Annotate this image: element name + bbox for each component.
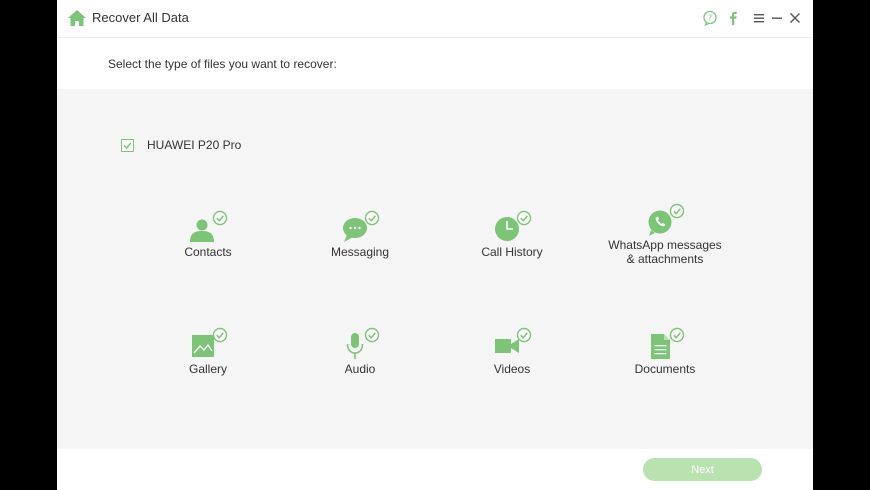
whatsapp-icon (648, 203, 685, 236)
file-type-documents[interactable]: Documents (590, 326, 740, 416)
instruction-bar: Select the type of files you want to rec… (57, 38, 813, 89)
checkmark-icon (123, 142, 132, 149)
file-type-gallery[interactable]: Gallery (133, 326, 283, 416)
next-button[interactable]: Next (643, 458, 762, 481)
device-checkbox[interactable] (121, 138, 134, 152)
audio-icon (346, 327, 380, 359)
file-type-whatsapp[interactable]: WhatsApp messages & attachments (590, 202, 740, 292)
file-type-label: WhatsApp messages & attachments (608, 238, 722, 266)
file-type-audio[interactable]: Audio (285, 326, 435, 416)
file-type-panel: HUAWEI P20 Pro Contacts Messaging Call H… (57, 89, 813, 449)
call-history-icon (495, 210, 532, 241)
menu-icon[interactable] (751, 10, 767, 26)
device-row[interactable]: HUAWEI P20 Pro (121, 137, 241, 153)
messaging-icon (343, 210, 380, 242)
footer-bar: Next (57, 449, 813, 490)
minimize-icon[interactable] (769, 10, 785, 26)
file-type-label: Documents (634, 362, 696, 376)
title-bar: Recover All Data ? (57, 0, 813, 38)
app-window: Recover All Data ? Select the type of fi… (57, 0, 813, 490)
file-type-label: Videos (493, 362, 531, 376)
device-name: HUAWEI P20 Pro (147, 138, 242, 152)
file-type-label: Messaging (330, 245, 390, 259)
file-type-label: Audio (344, 362, 376, 376)
videos-icon (495, 327, 532, 353)
facebook-icon[interactable] (725, 10, 741, 26)
home-icon[interactable] (67, 9, 87, 27)
instruction-text: Select the type of files you want to rec… (108, 57, 337, 71)
close-icon[interactable] (787, 10, 803, 26)
documents-icon (651, 327, 685, 359)
gallery-icon (192, 327, 228, 357)
file-type-label: Gallery (188, 362, 227, 376)
file-type-call-history[interactable]: Call History (437, 209, 587, 299)
feedback-icon[interactable]: ? (702, 10, 718, 26)
file-type-label: Call History (481, 245, 543, 259)
file-type-messaging[interactable]: Messaging (285, 209, 435, 299)
window-title: Recover All Data (92, 10, 189, 25)
contacts-icon (190, 210, 228, 242)
file-type-contacts[interactable]: Contacts (133, 209, 283, 299)
svg-text:?: ? (708, 14, 712, 23)
file-type-videos[interactable]: Videos (437, 326, 587, 416)
file-type-label: Contacts (184, 245, 232, 259)
